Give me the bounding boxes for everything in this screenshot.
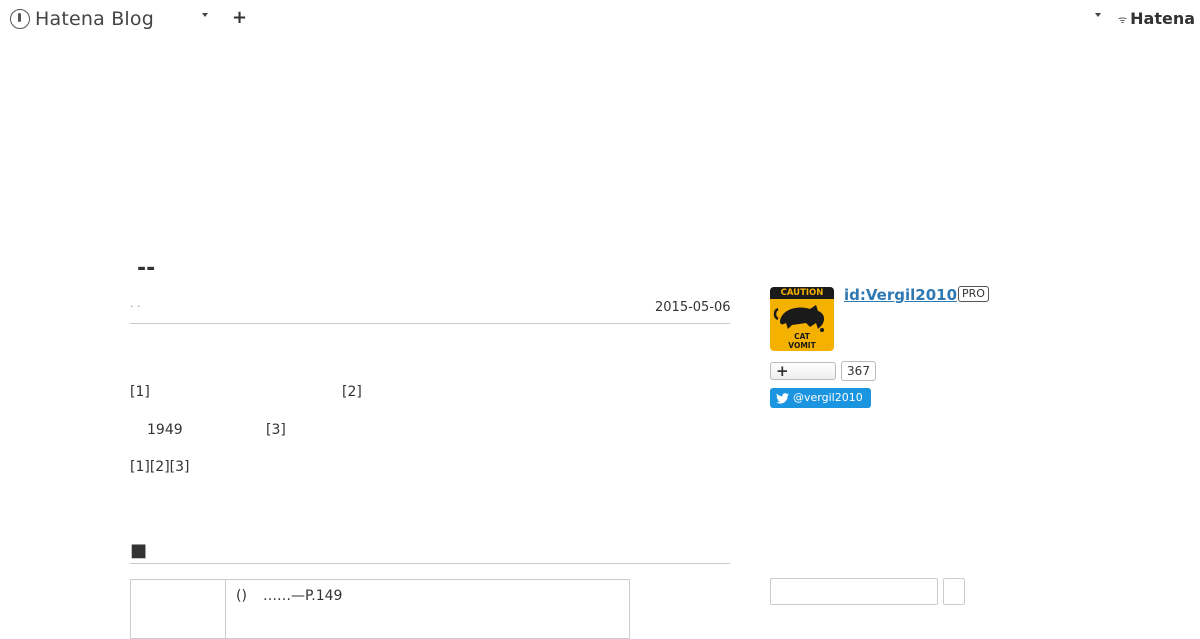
paragraph-3-refs[interactable]: [1][2][3] xyxy=(130,459,190,475)
user-menu-dropdown-icon[interactable] xyxy=(1095,13,1101,17)
entry-title[interactable]: -- xyxy=(137,256,155,281)
entry-date[interactable]: 2015-05-06 xyxy=(655,300,731,315)
reference-text: ……—P.149 xyxy=(263,588,343,604)
hatena-blog-logo[interactable]: Hatena Blog xyxy=(10,7,154,31)
search-input[interactable] xyxy=(770,578,938,605)
search-button[interactable] xyxy=(943,578,965,605)
avatar-caution-text: CAUTION xyxy=(770,287,834,299)
subscribe-plus-icon: + xyxy=(776,362,789,380)
paragraph-1-ref-a[interactable]: [1] xyxy=(130,384,150,400)
avatar-caption: CAT VOMIT xyxy=(770,332,834,350)
pro-badge: PRO xyxy=(958,286,989,302)
paragraph-2-year: 1949 xyxy=(147,422,183,438)
subscribe-button[interactable]: + xyxy=(770,362,836,380)
blog-menu-dropdown-icon[interactable] xyxy=(202,13,208,17)
author-avatar[interactable]: CAUTION CAT VOMIT xyxy=(770,287,834,351)
twitter-handle: @vergil2010 xyxy=(793,391,863,404)
paragraph-1-ref-b[interactable]: [2] xyxy=(342,384,362,400)
avatar-caption-line2: VOMIT xyxy=(788,341,816,350)
hatena-blog-icon xyxy=(10,9,30,29)
header-divider xyxy=(130,323,730,324)
avatar-caption-line1: CAT xyxy=(794,332,810,341)
entry-categories[interactable]: · · xyxy=(130,300,141,313)
subscriber-count[interactable]: 367 xyxy=(841,361,876,381)
reference-table: () ……—P.149 xyxy=(130,579,630,639)
hatena-mark-icon: ᯤ xyxy=(1118,14,1128,26)
user-id-link[interactable]: id:Vergil2010 xyxy=(844,286,957,304)
hatena-logo-text: Hatena xyxy=(1130,9,1196,28)
twitter-bird-icon xyxy=(776,392,789,404)
twitter-follow-button[interactable]: @vergil2010 xyxy=(770,388,871,408)
reference-marker: () xyxy=(236,588,247,604)
section-divider xyxy=(130,563,730,564)
cat-icon xyxy=(773,305,825,332)
brand-text: Hatena Blog xyxy=(35,8,154,30)
top-bar: Hatena Blog + ᯤ Hatena xyxy=(0,0,1200,38)
section-heading: ■ xyxy=(130,540,148,561)
add-button[interactable]: + xyxy=(232,8,247,28)
hatena-logo[interactable]: ᯤ Hatena xyxy=(1118,9,1195,28)
paragraph-2-ref[interactable]: [3] xyxy=(266,422,286,438)
reference-table-head-cell xyxy=(131,580,226,638)
